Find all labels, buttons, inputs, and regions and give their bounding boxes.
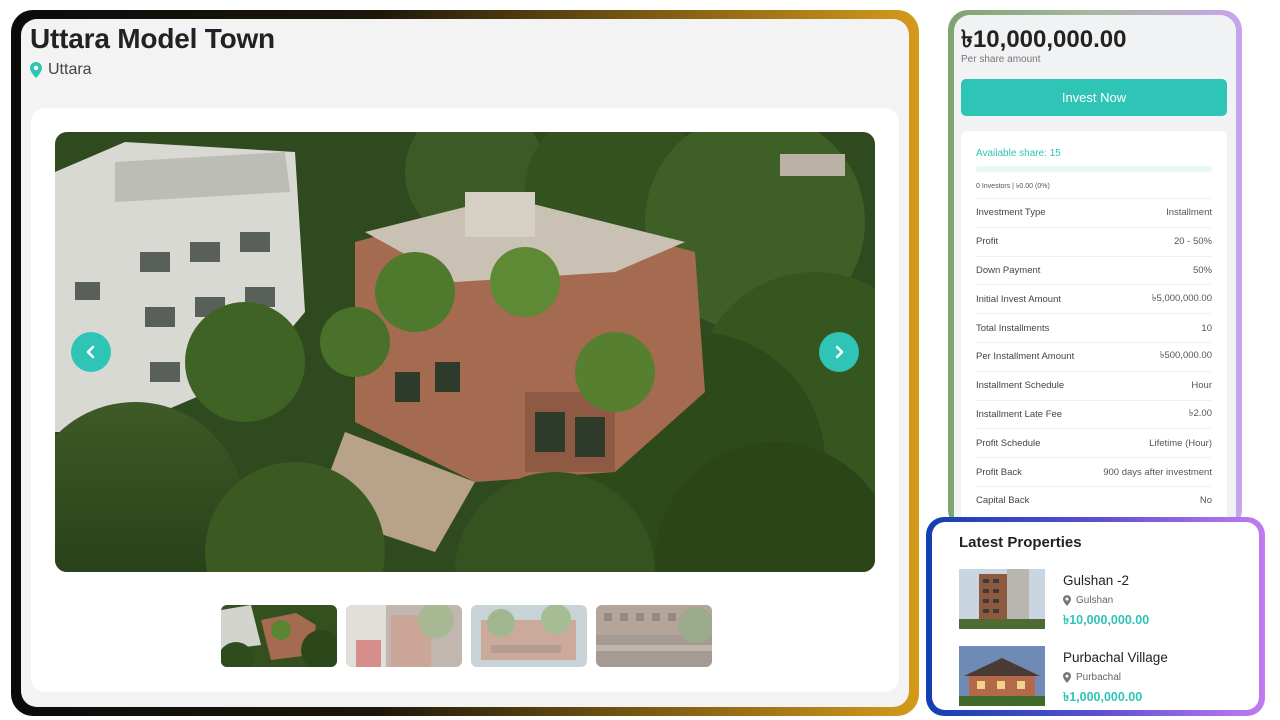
detail-row: Capital Back No (976, 485, 1212, 515)
latest-property-location-label: Purbachal (1076, 672, 1122, 683)
available-share: Available share: 15 (976, 148, 1061, 159)
detail-row: Total Installments 10 (976, 313, 1212, 342)
detail-value: 20 - 50% (1173, 236, 1212, 248)
detail-value: No (1199, 495, 1212, 507)
investors-summary: 0 Investors | ৳0.00 (0%) (976, 183, 1050, 190)
detail-label: Installment Late Fee (976, 408, 1063, 420)
building-photo (55, 132, 875, 572)
thumbnail-strip (221, 605, 712, 667)
map-pin-icon (1063, 595, 1071, 606)
detail-label: Installment Schedule (976, 380, 1065, 392)
detail-label: Profit (976, 236, 999, 248)
latest-property-price: ৳1,000,000.00 (1063, 690, 1143, 704)
thumbnail-1[interactable] (221, 605, 337, 667)
detail-label: Profit Back (976, 466, 1022, 478)
detail-row: Down Payment 50% (976, 255, 1212, 285)
invest-panel-frame: ৳10,000,000.00 Per share amount Invest N… (948, 10, 1242, 530)
detail-value: ৳5,000,000.00 (1151, 292, 1212, 304)
main-photo (55, 132, 875, 572)
detail-row: Profit Schedule Lifetime (Hour) (976, 428, 1212, 457)
detail-value: 10 (1201, 322, 1212, 334)
latest-property-name: Gulshan -2 (1063, 573, 1130, 588)
invest-now-button[interactable]: Invest Now (961, 79, 1227, 116)
latest-properties-frame: Latest Properties Gulshan -2 Gulshan ৳10… (926, 517, 1265, 716)
detail-value: ৳2.00 (1188, 407, 1212, 419)
detail-value: Hour (1191, 380, 1212, 392)
detail-label: Profit Schedule (976, 437, 1041, 449)
latest-properties: Latest Properties Gulshan -2 Gulshan ৳10… (932, 522, 1259, 710)
latest-property-location-label: Gulshan (1076, 595, 1114, 606)
property-title: Uttara Model Town (30, 23, 275, 54)
latest-property-item[interactable]: Purbachal Village Purbachal ৳1,000,000.0… (959, 646, 1249, 708)
latest-property-location: Gulshan (1063, 595, 1113, 606)
detail-row: Profit Back 900 days after investment (976, 457, 1212, 486)
chevron-right-icon (835, 345, 844, 359)
detail-label: Total Installments (976, 322, 1050, 334)
latest-property-item[interactable]: Gulshan -2 Gulshan ৳10,000,000.00 (959, 569, 1249, 631)
detail-row: Per Installment Amount ৳500,000.00 (976, 341, 1212, 371)
property-location: Uttara (30, 61, 92, 79)
detail-value: 50% (1192, 264, 1212, 276)
invest-panel: ৳10,000,000.00 Per share amount Invest N… (954, 15, 1236, 530)
latest-property-location: Purbachal (1063, 672, 1121, 683)
latest-property-name: Purbachal Village (1063, 650, 1168, 665)
share-price-caption: Per share amount (961, 54, 1041, 65)
thumbnail-2[interactable] (346, 605, 462, 667)
detail-label: Down Payment (976, 264, 1041, 276)
gallery-card (31, 108, 899, 692)
detail-value: Installment (1166, 207, 1212, 219)
detail-label: Initial Invest Amount (976, 293, 1062, 305)
thumbnail-4[interactable] (596, 605, 712, 667)
latest-properties-title: Latest Properties (959, 534, 1082, 551)
latest-property-image (959, 646, 1045, 706)
gallery-prev-button[interactable] (71, 332, 111, 372)
detail-label: Per Installment Amount (976, 351, 1075, 363)
map-pin-icon (30, 62, 42, 78)
gallery-next-button[interactable] (819, 332, 859, 372)
detail-row: Installment Schedule Hour (976, 370, 1212, 400)
detail-rows: Investment Type Installment Profit 20 - 50%… (976, 198, 1212, 515)
detail-value: 900 days after investment (1103, 466, 1212, 478)
investment-details: Available share: 15 0 Investors | ৳0.00 … (961, 131, 1227, 530)
detail-row: Profit 20 - 50% (976, 226, 1212, 256)
property-panel-frame: Uttara Model Town Uttara (11, 10, 919, 716)
chevron-left-icon (86, 345, 95, 359)
detail-row: Installment Late Fee ৳2.00 (976, 399, 1212, 429)
share-progress-bar (976, 166, 1212, 172)
property-location-label: Uttara (48, 61, 92, 78)
detail-value: Lifetime (Hour) (1149, 437, 1212, 449)
latest-property-image (959, 569, 1045, 629)
latest-property-price: ৳10,000,000.00 (1063, 613, 1150, 627)
detail-value: ৳500,000.00 (1159, 350, 1212, 362)
thumbnail-3[interactable] (471, 605, 587, 667)
detail-row: Initial Invest Amount ৳5,000,000.00 (976, 284, 1212, 313)
detail-label: Capital Back (976, 495, 1030, 507)
detail-label: Investment Type (976, 207, 1046, 219)
detail-row: Investment Type Installment (976, 198, 1212, 227)
map-pin-icon (1063, 672, 1071, 683)
property-panel: Uttara Model Town Uttara (21, 19, 909, 707)
